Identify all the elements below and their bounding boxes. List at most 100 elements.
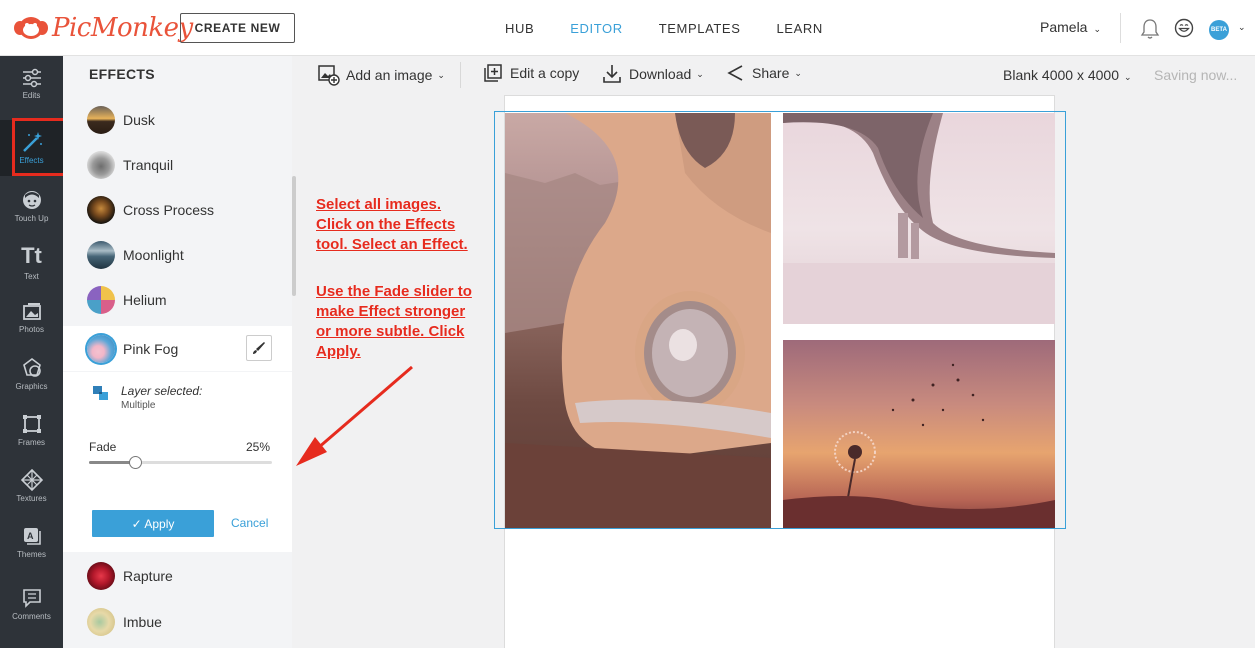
rail-label: Textures	[16, 494, 47, 503]
fade-slider-fill	[89, 461, 135, 464]
nav-editor[interactable]: EDITOR	[570, 21, 622, 36]
copy-plus-icon	[484, 64, 502, 82]
panel-title: EFFECTS	[89, 66, 155, 82]
rail-item-themes[interactable]: A Themes	[0, 514, 63, 570]
effect-pink-fog[interactable]: Pink Fog	[63, 326, 292, 371]
effect-cross-process[interactable]: Cross Process	[63, 187, 292, 232]
comments-icon	[22, 589, 41, 608]
effect-dusk[interactable]: Dusk	[63, 97, 292, 142]
nav-hub[interactable]: HUB	[505, 21, 534, 36]
layer-info: Layer selected: Multiple	[91, 384, 202, 411]
effect-tranquil[interactable]: Tranquil	[63, 142, 292, 187]
effect-name: Moonlight	[123, 246, 184, 263]
annotation-line: Use the Fade slider to	[316, 283, 472, 300]
photos-icon	[22, 303, 41, 320]
chevron-down-icon[interactable]: ⌄	[1238, 22, 1246, 33]
layer-selected-label: Layer selected:	[121, 384, 203, 398]
chevron-down-icon: ⌄	[1123, 72, 1132, 82]
share-label: Share	[752, 65, 790, 81]
selection-bounding-box[interactable]	[494, 111, 1066, 529]
text-icon: Tt	[21, 243, 42, 268]
fade-value: 25%	[246, 440, 271, 454]
share-icon	[727, 65, 743, 81]
nav-learn[interactable]: LEARN	[776, 21, 822, 36]
smiley-icon[interactable]	[1174, 18, 1194, 38]
rail-label: Photos	[19, 325, 44, 334]
brush-button[interactable]	[246, 335, 272, 361]
download-label: Download	[629, 66, 692, 82]
rail-item-textures[interactable]: Textures	[0, 458, 63, 514]
rail-label: Edits	[22, 91, 41, 100]
effect-thumbnail	[87, 607, 115, 636]
panel-scrollbar[interactable]	[292, 176, 296, 296]
rail-label: Frames	[17, 438, 46, 447]
download-menu[interactable]: Download ⌄	[602, 64, 704, 84]
rail-item-photos[interactable]: Photos	[0, 290, 63, 346]
effects-panel: EFFECTS Dusk Tranquil Cross Process Moon…	[63, 56, 292, 648]
chevron-down-icon: ⌄	[1093, 24, 1102, 34]
top-nav: PicMonkey CREATE NEW HUB EDITOR TEMPLATE…	[0, 0, 1255, 56]
layer-selected-value: Multiple	[121, 400, 156, 411]
graphics-icon	[22, 358, 41, 377]
effect-name: Pink Fog	[123, 340, 179, 357]
fade-label: Fade	[89, 440, 117, 454]
apply-button[interactable]: ✓ Apply	[92, 510, 214, 537]
annotation-line: tool. Select an Effect.	[316, 236, 468, 253]
effect-name: Helium	[123, 291, 167, 308]
divider	[1120, 13, 1121, 43]
logo[interactable]: PicMonkey	[14, 10, 193, 46]
add-image-icon	[318, 65, 340, 86]
fade-slider-knob[interactable]	[128, 456, 142, 469]
annotation-line: make Effect stronger	[316, 303, 466, 320]
add-image-label: Add an image	[346, 67, 433, 83]
nav-templates[interactable]: TEMPLATES	[659, 21, 741, 36]
document-size-menu[interactable]: Blank 4000 x 4000 ⌄	[1003, 67, 1132, 83]
effect-name: Dusk	[123, 111, 155, 128]
svg-text:A: A	[27, 531, 34, 541]
effect-rapture[interactable]: Rapture	[63, 553, 292, 598]
toolbar-divider	[460, 62, 461, 88]
textures-icon	[20, 469, 43, 491]
fade-slider[interactable]	[89, 456, 272, 469]
download-icon	[603, 65, 621, 83]
create-new-button[interactable]: CREATE NEW	[180, 13, 295, 43]
rail-label: Touch Up	[14, 214, 49, 223]
bell-icon[interactable]	[1140, 18, 1160, 40]
effect-name: Cross Process	[123, 201, 215, 218]
beta-badge[interactable]: BETA	[1209, 20, 1229, 40]
frames-icon	[22, 415, 41, 433]
rail-item-graphics[interactable]: Graphics	[0, 346, 63, 402]
effect-helium[interactable]: Helium	[63, 277, 292, 322]
effect-imbue[interactable]: Imbue	[63, 599, 292, 644]
main-nav: HUB EDITOR TEMPLATES LEARN	[505, 0, 823, 56]
effect-name: Imbue	[123, 613, 162, 630]
share-menu[interactable]: Share ⌄	[726, 64, 802, 82]
rail-item-text[interactable]: Tt Text	[0, 234, 63, 290]
face-icon	[22, 191, 41, 209]
effect-thumbnail	[87, 195, 115, 224]
edit-copy-button[interactable]: Edit a copy	[484, 64, 579, 82]
user-name: Pamela	[1040, 19, 1088, 35]
themes-icon: A	[23, 528, 41, 545]
effect-name: Rapture	[123, 567, 173, 584]
effect-thumbnail	[87, 561, 115, 590]
chevron-down-icon: ⌄	[794, 67, 802, 78]
rail-item-frames[interactable]: Frames	[0, 402, 63, 458]
annotation-line: Apply.	[316, 343, 361, 360]
effect-moonlight[interactable]: Moonlight	[63, 232, 292, 277]
effect-edit-card: Layer selected: Multiple Fade 25% ✓ Appl…	[63, 372, 292, 552]
add-image-menu[interactable]: Add an image ⌄	[318, 64, 445, 86]
user-menu[interactable]: Pamela ⌄	[1040, 19, 1101, 35]
rail-label: Graphics	[15, 382, 48, 391]
rail-item-touch-up[interactable]: Touch Up	[0, 178, 63, 234]
rail-item-edits[interactable]: Edits	[0, 56, 63, 112]
effects-highlight-annotation	[12, 118, 66, 176]
saving-status: Saving now...	[1154, 67, 1238, 83]
brush-icon	[253, 342, 265, 354]
cancel-button[interactable]: Cancel	[231, 516, 268, 530]
rail-item-comments[interactable]: Comments	[0, 576, 63, 632]
canvas-toolbar: Add an image ⌄ Edit a copy Download ⌄ Shar…	[296, 56, 1255, 94]
annotation-line: Click on the Effects	[316, 216, 456, 233]
effect-thumbnail	[87, 105, 115, 134]
chevron-down-icon: ⌄	[696, 68, 704, 79]
